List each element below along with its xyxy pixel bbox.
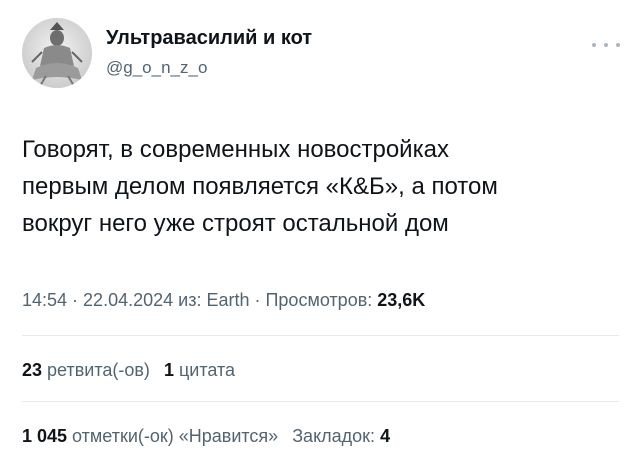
engagement-row: 1 045 отметки(-ок) «Нравится» Закладок: 4 (22, 426, 390, 447)
avatar[interactable] (22, 18, 92, 88)
likes-label: отметки(-ок) «Нравится» (67, 426, 279, 446)
via-prefix: из: (173, 290, 207, 310)
quotes-label: цитата (173, 360, 236, 380)
dot (592, 43, 596, 47)
tweet-time[interactable]: 14:54 (22, 290, 67, 310)
quotes-count: 1 (163, 360, 174, 380)
more-horizontal-icon[interactable] (592, 40, 620, 50)
tweet-text-line: первым делом появляется «К&Б», а потом (22, 173, 498, 200)
bookmarks-label: Закладок: (292, 426, 381, 446)
likes-stat[interactable]: 1 045 отметки(-ок) «Нравится» (22, 426, 278, 446)
divider (22, 401, 619, 402)
tweet-text-line: вокруг него уже строят остальной дом (22, 210, 449, 237)
bookmarks-stat[interactable]: Закладок: 4 (292, 426, 390, 446)
tweet-text: Говорят, в современных новостройках перв… (22, 131, 612, 242)
separator: · (249, 290, 266, 310)
divider (22, 335, 619, 336)
views-label: Просмотров: (265, 290, 378, 310)
user-handle[interactable]: @g_o_n_z_o (106, 58, 207, 78)
engagement-row: 23 ретвита(-ов) 1 цитата (22, 360, 235, 381)
likes-count: 1 045 (22, 426, 68, 446)
views-count: 23,6K (377, 290, 426, 310)
dot (604, 43, 608, 47)
dot (616, 43, 620, 47)
separator: · (67, 290, 84, 310)
retweets-stat[interactable]: 23 ретвита(-ов) (22, 360, 150, 380)
bookmarks-count: 4 (380, 426, 391, 446)
avatar-image (22, 18, 92, 88)
tweet-text-line: Говорят, в современных новостройках (22, 136, 449, 163)
retweets-count: 23 (22, 360, 43, 380)
display-name[interactable]: Ультравасилий и кот (106, 27, 312, 50)
tweet-date[interactable]: 22.04.2024 (83, 290, 173, 310)
retweets-label: ретвита(-ов) (42, 360, 150, 380)
tweet-source: Earth (206, 290, 250, 310)
quotes-stat[interactable]: 1 цитата (164, 360, 235, 380)
tweet-detail: Ультравасилий и кот @g_o_n_z_o Говорят, … (0, 0, 640, 465)
tweet-metadata: 14:54 · 22.04.2024 из: Earth · Просмотро… (22, 290, 425, 311)
